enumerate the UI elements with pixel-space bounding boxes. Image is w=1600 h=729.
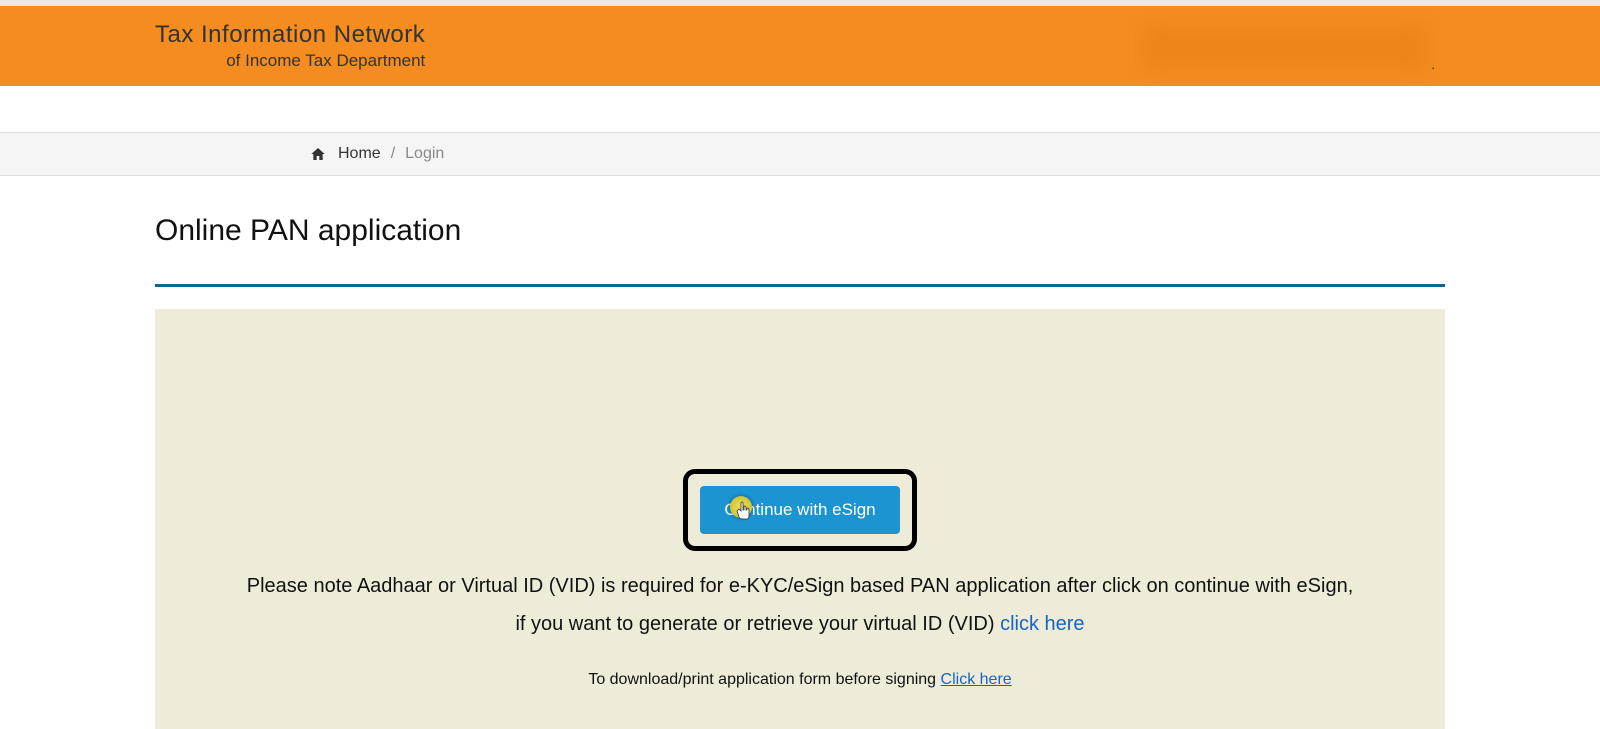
header-title-main: Tax Information Network	[155, 21, 425, 49]
download-note: To download/print application form befor…	[195, 671, 1405, 689]
header-title-sub: of Income Tax Department	[155, 51, 425, 71]
breadcrumb-home-link[interactable]: Home	[338, 145, 381, 163]
vid-click-here-link[interactable]: click here	[1000, 613, 1084, 635]
header-banner: Tax Information Network of Income Tax De…	[0, 6, 1600, 86]
esign-note-line2-prefix: if you want to generate or retrieve your…	[515, 613, 1000, 635]
header-blurred-region	[1145, 26, 1425, 70]
header-title-block: Tax Information Network of Income Tax De…	[155, 21, 425, 71]
breadcrumb-current: Login	[405, 145, 444, 163]
breadcrumb-bar: Home / Login	[0, 132, 1600, 176]
esign-note-line1: Please note Aadhaar or Virtual ID (VID) …	[247, 575, 1354, 597]
continue-esign-button[interactable]: Continue with eSign	[700, 486, 899, 534]
breadcrumb-separator: /	[391, 145, 395, 163]
download-prefix: To download/print application form befor…	[588, 671, 940, 688]
home-icon	[310, 146, 326, 162]
download-click-here-link[interactable]: Click here	[941, 671, 1012, 688]
esign-note: Please note Aadhaar or Virtual ID (VID) …	[195, 567, 1405, 643]
section-divider	[155, 284, 1445, 287]
header-dot: .	[1431, 56, 1435, 72]
action-panel: Continue with eSign Please note Aadhaar …	[155, 309, 1445, 729]
esign-button-highlight: Continue with eSign	[683, 469, 916, 551]
main-content: Online PAN application Continue with eSi…	[0, 214, 1600, 729]
breadcrumb: Home / Login	[155, 145, 1445, 163]
nav-space	[0, 86, 1600, 132]
page-title: Online PAN application	[155, 214, 1445, 248]
